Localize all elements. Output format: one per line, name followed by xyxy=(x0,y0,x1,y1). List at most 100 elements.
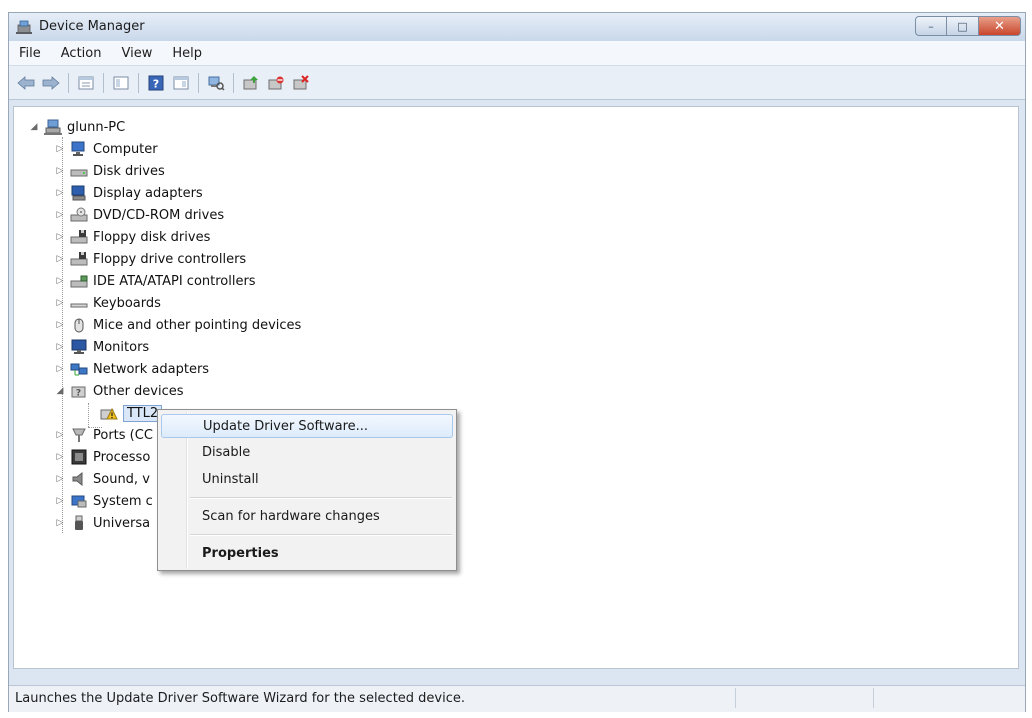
maximize-button[interactable]: □ xyxy=(947,16,979,36)
ide-controller-icon xyxy=(70,273,88,289)
tree-item-keyboards[interactable]: ▷ Keyboards xyxy=(54,293,161,313)
update-driver-icon[interactable] xyxy=(240,72,262,94)
expand-arrow-icon[interactable]: ▷ xyxy=(54,276,66,286)
toolbar-separator xyxy=(233,72,234,93)
uninstall-device-icon[interactable] xyxy=(290,72,312,94)
tree-item-label: Monitors xyxy=(93,339,150,355)
expand-arrow-icon[interactable]: ▷ xyxy=(54,518,66,528)
toolbar-separator xyxy=(198,72,199,93)
tree-item-floppy-drive-controllers[interactable]: ▷ Floppy drive controllers xyxy=(54,249,247,269)
tree-item-label: Network adapters xyxy=(93,361,210,377)
status-bar: Launches the Update Driver Software Wiza… xyxy=(9,685,1025,712)
menu-item-disable[interactable]: Disable xyxy=(161,440,453,464)
tree-item-ports[interactable]: ▷ Ports (CC xyxy=(54,425,153,445)
toolbar-separator xyxy=(103,72,104,93)
tree-connector xyxy=(88,403,89,427)
expand-arrow-icon[interactable]: ▷ xyxy=(54,320,66,330)
expand-arrow-icon[interactable]: ▷ xyxy=(54,254,66,264)
menu-help[interactable]: Help xyxy=(162,46,212,61)
usb-icon xyxy=(70,515,88,531)
title-bar[interactable]: Device Manager – □ ✕ xyxy=(9,13,1025,41)
tree-item-label: Floppy drive controllers xyxy=(93,251,247,267)
tree-item-floppy-disk-drives[interactable]: ▷ Floppy disk drives xyxy=(54,227,211,247)
tree-item-label: Sound, v xyxy=(93,471,150,487)
show-hide-action-pane-icon[interactable] xyxy=(170,72,192,94)
svg-text:?: ? xyxy=(76,389,81,399)
tree-item-system-devices[interactable]: ▷ System c xyxy=(54,491,153,511)
tree-item-disk-drives[interactable]: ▷ Disk drives xyxy=(54,161,165,181)
tree-item-label: Disk drives xyxy=(93,163,165,179)
disk-drive-icon xyxy=(70,163,88,179)
tree-item-network-adapters[interactable]: ▷ Network adapters xyxy=(54,359,210,379)
disable-device-icon[interactable] xyxy=(265,72,287,94)
tree-item-ide-ata-atapi-controllers[interactable]: ▷ IDE ATA/ATAPI controllers xyxy=(54,271,256,291)
toolbar-separator xyxy=(138,72,139,93)
menu-bar: File Action View Help xyxy=(9,41,1025,66)
keyboard-icon xyxy=(70,295,88,311)
tree-item-other-devices[interactable]: ◢ ? Other devices xyxy=(54,381,184,401)
expand-arrow-icon[interactable]: ▷ xyxy=(54,232,66,242)
menu-item-properties[interactable]: Properties xyxy=(161,541,453,565)
expand-arrow-icon[interactable]: ▷ xyxy=(54,474,66,484)
expand-arrow-icon[interactable]: ▷ xyxy=(54,298,66,308)
status-pane-divider xyxy=(735,688,737,708)
expand-arrow-icon[interactable]: ▷ xyxy=(54,364,66,374)
tree-item-monitors[interactable]: ▷ Monitors xyxy=(54,337,149,357)
window-controls: – □ ✕ xyxy=(915,16,1021,36)
expand-arrow-icon[interactable]: ▷ xyxy=(54,452,66,462)
back-icon[interactable] xyxy=(15,72,37,94)
device-manager-window: Device Manager – □ ✕ File Action View He… xyxy=(8,12,1026,712)
collapse-arrow-icon[interactable]: ◢ xyxy=(28,122,40,132)
menu-action[interactable]: Action xyxy=(51,46,112,61)
show-hide-console-tree-icon[interactable] xyxy=(110,72,132,94)
other-devices-icon: ? xyxy=(70,383,88,399)
expand-arrow-icon[interactable]: ▷ xyxy=(54,430,66,440)
tree-item-display-adapters[interactable]: ▷ Display adapters xyxy=(54,183,203,203)
tree-item-processors[interactable]: ▷ Processo xyxy=(54,447,150,467)
tree-item-dvd-cd-rom-drives[interactable]: ▷ DVD/CD-ROM drives xyxy=(54,205,224,225)
properties-icon[interactable] xyxy=(75,72,97,94)
menu-file[interactable]: File xyxy=(9,46,51,61)
tree-item-label: Other devices xyxy=(93,383,184,399)
expand-arrow-icon[interactable]: ▷ xyxy=(54,166,66,176)
tree-item-label: DVD/CD-ROM drives xyxy=(93,207,225,223)
menu-view[interactable]: View xyxy=(111,46,162,61)
expand-arrow-icon[interactable]: ▷ xyxy=(54,342,66,352)
tree-item-label: Ports (CC xyxy=(93,427,153,443)
collapse-arrow-icon[interactable]: ◢ xyxy=(54,386,66,396)
menu-item-update-driver[interactable]: Update Driver Software... xyxy=(161,414,453,438)
tree-item-label: IDE ATA/ATAPI controllers xyxy=(93,273,256,289)
minimize-button[interactable]: – xyxy=(915,16,947,36)
tree-item-label: Processo xyxy=(93,449,151,465)
tree-item-label: Mice and other pointing devices xyxy=(93,317,302,333)
display-adapter-icon xyxy=(70,185,88,201)
menu-item-uninstall[interactable]: Uninstall xyxy=(161,467,453,491)
menu-separator xyxy=(190,497,452,499)
sound-icon xyxy=(70,471,88,487)
menu-item-scan-hardware[interactable]: Scan for hardware changes xyxy=(161,504,453,528)
scan-hardware-icon[interactable] xyxy=(205,72,227,94)
tree-item-label: Floppy disk drives xyxy=(93,229,211,245)
tree-item-usb-controllers[interactable]: ▷ Universa xyxy=(54,513,150,533)
help-icon[interactable]: ? xyxy=(145,72,167,94)
tree-item-ttl-device[interactable]: TTL2 xyxy=(100,403,163,423)
tree-item-sound[interactable]: ▷ Sound, v xyxy=(54,469,150,489)
forward-icon[interactable] xyxy=(40,72,62,94)
expand-arrow-icon[interactable]: ▷ xyxy=(54,188,66,198)
expand-arrow-icon[interactable]: ▷ xyxy=(54,210,66,220)
tree-item-label: Computer xyxy=(93,141,158,157)
floppy-controller-icon xyxy=(70,251,88,267)
window-title: Device Manager xyxy=(39,19,145,34)
tree-root[interactable]: ◢ glunn-PC xyxy=(28,117,125,137)
expand-arrow-icon[interactable]: ▷ xyxy=(54,144,66,154)
tree-item-computer[interactable]: ▷ Computer xyxy=(54,139,158,159)
computer-icon xyxy=(70,141,88,157)
close-button[interactable]: ✕ xyxy=(979,16,1021,36)
dvd-drive-icon xyxy=(70,207,88,223)
expand-arrow-icon[interactable]: ▷ xyxy=(54,496,66,506)
warning-device-icon xyxy=(100,405,118,421)
tree-item-label: Universa xyxy=(93,515,151,531)
device-tree-pane[interactable]: ◢ glunn-PC ▷ Computer ▷ Disk drives ▷ Di… xyxy=(13,106,1019,669)
menu-separator xyxy=(190,534,452,536)
tree-item-mice[interactable]: ▷ Mice and other pointing devices xyxy=(54,315,301,335)
